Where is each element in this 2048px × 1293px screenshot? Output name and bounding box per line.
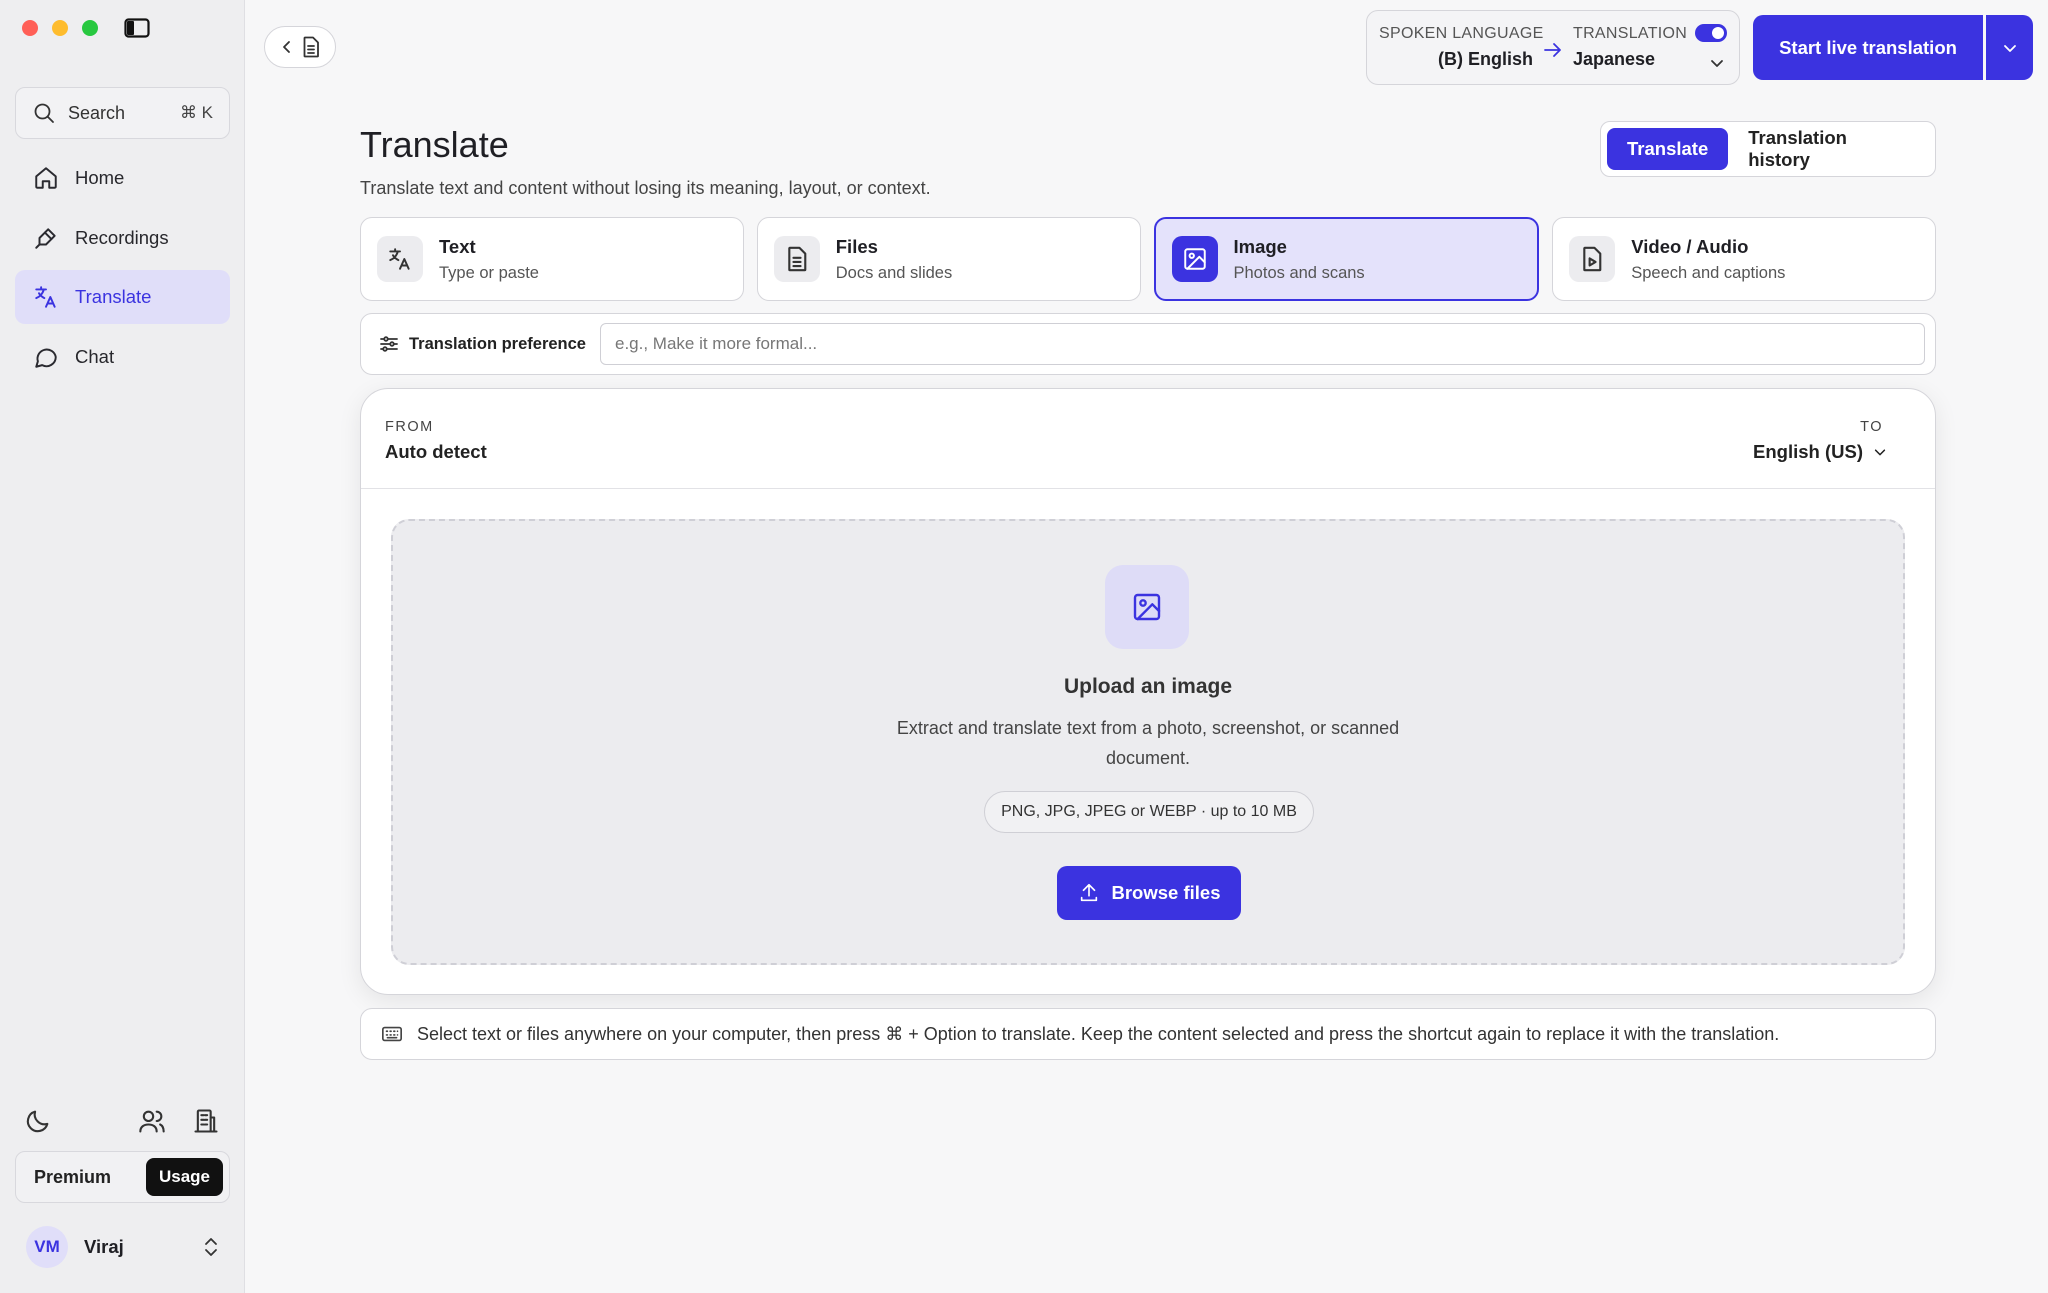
translate-icon (35, 286, 56, 308)
page-title: Translate (360, 124, 509, 165)
chat-icon (35, 348, 57, 368)
translation-preference-input[interactable] (599, 323, 1925, 365)
maximize-window-button[interactable] (82, 20, 98, 36)
mode-card-subtitle: Type or paste (439, 263, 539, 282)
building-icon[interactable] (192, 1107, 220, 1135)
to-label: TO (1860, 419, 1883, 435)
chevron-left-icon (283, 41, 290, 53)
avatar: VM (26, 1226, 68, 1268)
chevron-down-icon (1874, 449, 1886, 456)
sidebar-item-label: Translate (75, 286, 152, 307)
from-label: FROM (385, 419, 434, 435)
mode-card-title: Video / Audio (1631, 235, 1749, 257)
user-name: Viraj (84, 1236, 124, 1257)
chevron-down-icon (2003, 44, 2016, 52)
plan-switcher: Premium Usage (15, 1151, 230, 1203)
arrow-right-icon (1544, 43, 1561, 57)
mode-card-subtitle: Speech and captions (1631, 263, 1786, 282)
start-live-translation-button[interactable]: Start live translation (1753, 15, 1983, 80)
moon-icon[interactable] (24, 1107, 52, 1135)
sliders-icon (380, 336, 398, 352)
minimize-window-button[interactable] (52, 20, 68, 36)
language-selector[interactable]: SPOKEN LANGUAGE (B) English TRANSLATION … (1366, 10, 1740, 85)
translation-preference: Translation preference (360, 313, 1936, 375)
mode-card-title: Image (1233, 235, 1287, 257)
chevron-down-icon (1711, 60, 1723, 67)
usage-button[interactable]: Usage (145, 1158, 223, 1196)
sidebar-item-translate[interactable]: Translate (15, 270, 230, 324)
sidebar-item-chat[interactable]: Chat (15, 330, 230, 384)
mode-card-subtitle: Photos and scans (1233, 263, 1365, 282)
tab-translation-history[interactable]: Translation history (1728, 127, 1929, 170)
view-switcher: Translate Translation history (1600, 121, 1936, 177)
upload-description: Extract and translate text from a photo,… (896, 718, 1400, 768)
image-icon (1171, 236, 1218, 282)
supported-formats-badge: PNG, JPG, JPEG or WEBP · up to 10 MB (984, 791, 1314, 833)
translation-language-value: Japanese (1573, 49, 1656, 69)
upload-title: Upload an image (1063, 675, 1233, 698)
mode-card-title: Files (835, 235, 878, 257)
to-language-select[interactable]: English (US) (1753, 441, 1887, 463)
users-icon[interactable] (138, 1107, 166, 1135)
from-language-select[interactable]: Auto detect (385, 441, 487, 463)
premium-label[interactable]: Premium (34, 1167, 146, 1188)
keyboard-icon (382, 1026, 402, 1042)
user-menu[interactable]: VM Viraj (26, 1226, 221, 1268)
mode-card-image[interactable]: Image Photos and scans (1153, 217, 1540, 301)
to-language-value: English (US) (1753, 441, 1863, 462)
translate-icon (377, 236, 423, 282)
translation-preference-label: Translation preference (409, 334, 586, 353)
mode-card-subtitle: Docs and slides (835, 263, 953, 282)
search-label: Search (68, 102, 126, 123)
window-controls (22, 20, 98, 36)
mode-cards: Text Type or paste Files Docs and slides… (360, 217, 1936, 301)
translation-label: TRANSLATION (1573, 25, 1688, 42)
sidebar-item-recordings[interactable]: Recordings (15, 211, 230, 265)
sidebar-toggle-icon[interactable] (124, 18, 150, 38)
tab-translate[interactable]: Translate (1607, 128, 1729, 170)
mode-card-video-audio[interactable]: Video / Audio Speech and captions (1552, 217, 1936, 301)
spoken-language-label: SPOKEN LANGUAGE (1379, 25, 1544, 42)
home-icon (35, 167, 57, 189)
document-icon (303, 36, 319, 58)
live-translation-dropdown-button[interactable] (1986, 15, 2033, 80)
spoken-language-value: (B) English (1438, 49, 1533, 69)
document-icon (773, 236, 820, 282)
browse-files-label: Browse files (1111, 882, 1221, 903)
image-icon (1105, 565, 1189, 649)
sidebar: Search ⌘ K Home Recordings Translate Cha… (0, 0, 245, 1293)
close-window-button[interactable] (22, 20, 38, 36)
back-button[interactable] (264, 26, 336, 68)
translation-toggle[interactable] (1695, 24, 1727, 42)
language-bar: FROM Auto detect TO English (US) (361, 389, 1935, 489)
sidebar-item-label: Recordings (75, 226, 169, 248)
shortcut-hint-text: Select text or files anywhere on your co… (417, 1023, 1780, 1044)
chevron-up-down-icon (205, 1238, 217, 1256)
sidebar-nav: Home Recordings Translate Chat (15, 151, 230, 389)
image-dropzone[interactable]: Upload an image Extract and translate te… (391, 519, 1905, 965)
sidebar-item-home[interactable]: Home (15, 151, 230, 205)
search-shortcut: ⌘ K (179, 103, 213, 122)
mode-card-files[interactable]: Files Docs and slides (756, 217, 1141, 301)
shortcut-hint: Select text or files anywhere on your co… (360, 1008, 1936, 1060)
mode-card-text[interactable]: Text Type or paste (360, 217, 744, 301)
mode-card-title: Text (439, 235, 476, 257)
translation-panel: FROM Auto detect TO English (US) Upload … (360, 388, 1936, 995)
upload-icon (1080, 883, 1097, 902)
search-button[interactable]: Search ⌘ K (15, 87, 230, 139)
sidebar-item-label: Chat (75, 345, 115, 367)
browse-files-button[interactable]: Browse files (1057, 866, 1241, 920)
page-subtitle: Translate text and content without losin… (360, 178, 931, 198)
video-file-icon (1569, 236, 1616, 282)
recordings-icon (35, 227, 56, 249)
sidebar-tools (24, 1105, 224, 1135)
search-icon (34, 103, 54, 123)
sidebar-item-label: Home (75, 167, 125, 188)
